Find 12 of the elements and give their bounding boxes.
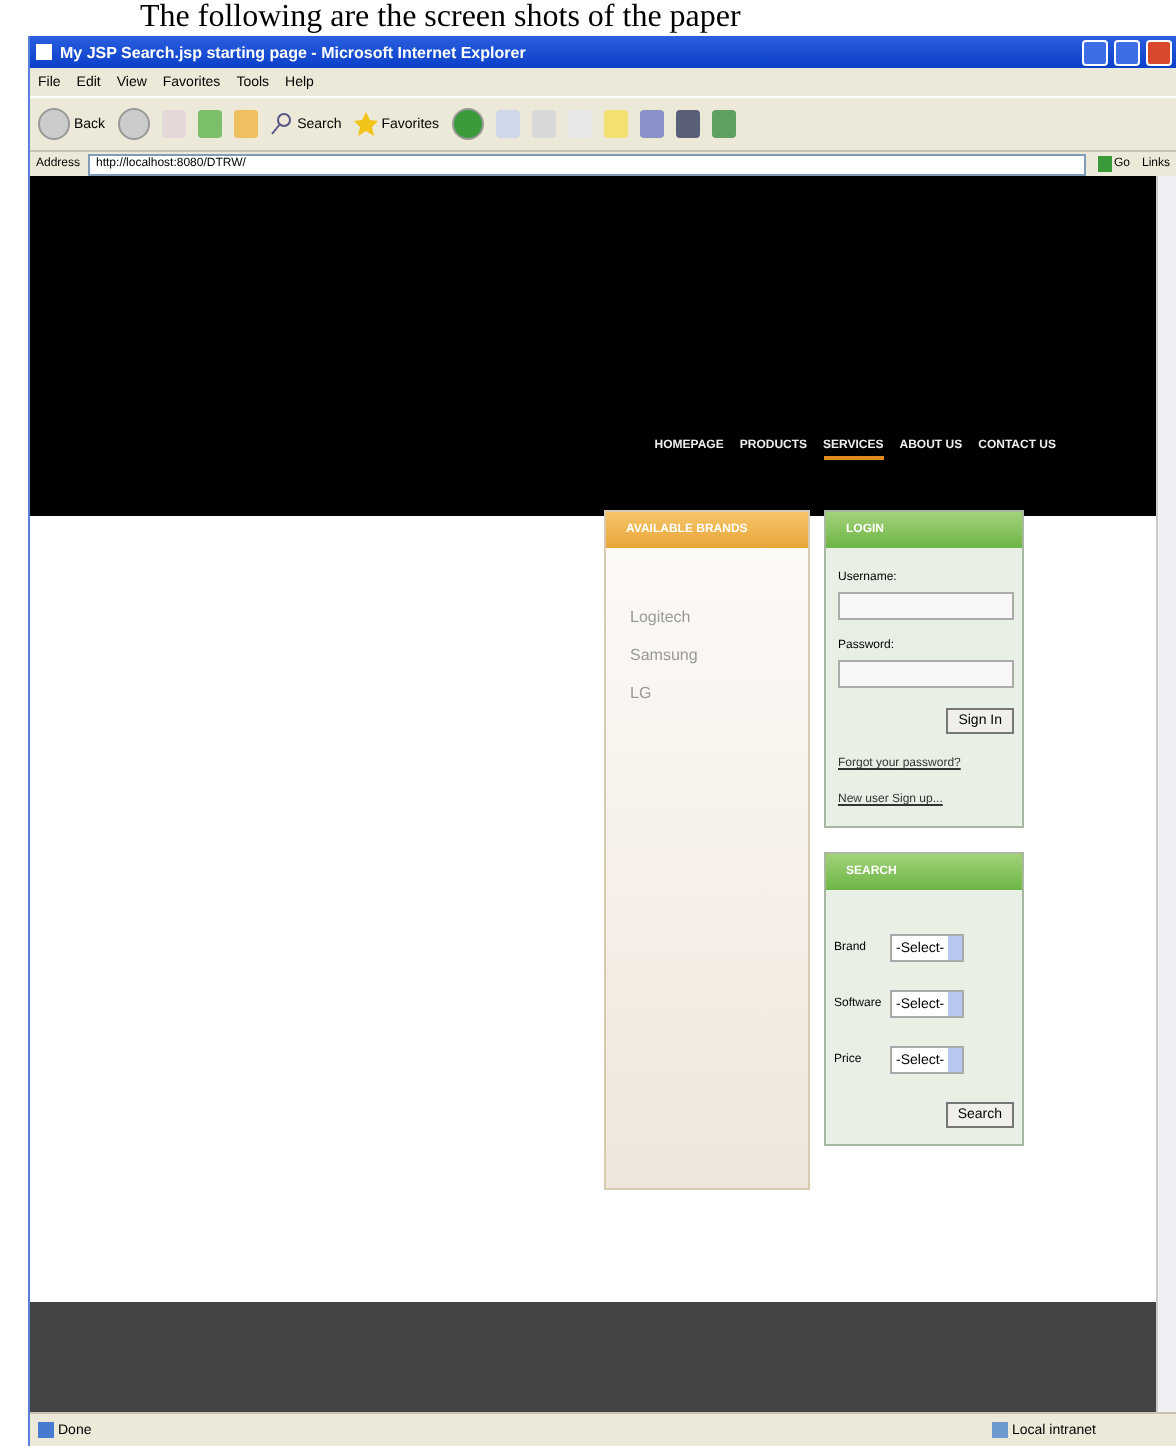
maximize-button[interactable]	[1114, 39, 1140, 65]
page-icon	[34, 42, 54, 62]
search-icon	[269, 112, 294, 136]
minimize-button[interactable]	[1082, 39, 1108, 65]
star-icon	[353, 112, 378, 136]
password-field[interactable]	[838, 660, 1014, 688]
scrollbar[interactable]	[1156, 176, 1176, 1412]
window-title: My JSP Search.jsp starting page - Microsoft Internet Explorer	[60, 43, 528, 61]
forward-button[interactable]	[117, 108, 150, 140]
caption-text: The following are the screen shots of the paper	[138, 0, 743, 36]
username-field[interactable]	[838, 592, 1014, 620]
close-button[interactable]	[1146, 39, 1172, 65]
